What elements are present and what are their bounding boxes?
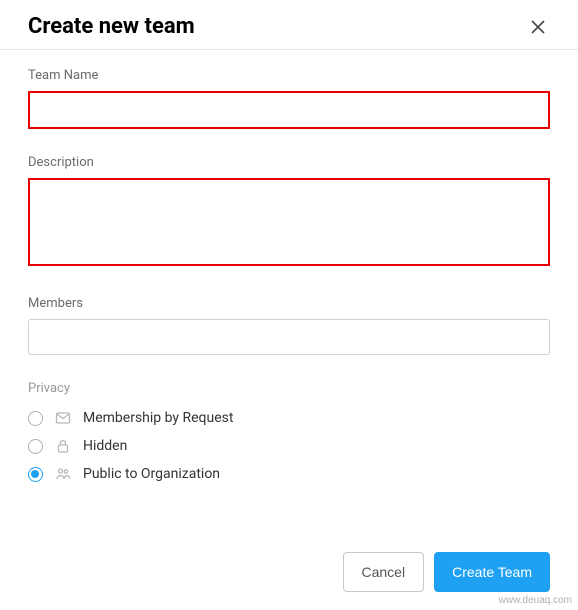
modal-footer: Cancel Create Team (343, 552, 551, 592)
create-team-button[interactable]: Create Team (434, 552, 550, 592)
modal-body: Team Name Description Members Privacy Me… (0, 50, 578, 482)
close-button[interactable] (526, 15, 550, 39)
privacy-option-label: Public to Organization (83, 466, 220, 482)
description-input[interactable] (28, 178, 550, 266)
privacy-radio-hidden[interactable] (28, 439, 43, 454)
privacy-label: Privacy (28, 381, 550, 396)
privacy-radio-public[interactable] (28, 467, 43, 482)
modal-header: Create new team (0, 0, 578, 50)
team-name-label: Team Name (28, 68, 550, 83)
description-label: Description (28, 155, 550, 170)
privacy-group: Privacy Membership by Request Hidden (28, 381, 550, 482)
mail-icon (55, 410, 71, 426)
lock-icon (55, 438, 71, 454)
privacy-radio-membership[interactable] (28, 411, 43, 426)
members-input[interactable] (28, 319, 550, 355)
modal-title: Create new team (28, 14, 195, 39)
privacy-option-public: Public to Organization (28, 466, 550, 482)
privacy-option-label: Membership by Request (83, 410, 233, 426)
members-label: Members (28, 296, 550, 311)
team-name-field: Team Name (28, 68, 550, 129)
privacy-option-label: Hidden (83, 438, 127, 454)
description-field: Description (28, 155, 550, 270)
people-icon (55, 466, 71, 482)
privacy-option-membership: Membership by Request (28, 410, 550, 426)
privacy-option-hidden: Hidden (28, 438, 550, 454)
watermark: www.deuaq.com (499, 595, 572, 606)
team-name-input[interactable] (28, 91, 550, 129)
create-team-modal: Create new team Team Name Description Me… (0, 0, 578, 610)
members-field: Members (28, 296, 550, 355)
cancel-button[interactable]: Cancel (343, 552, 425, 592)
close-icon (530, 19, 546, 35)
